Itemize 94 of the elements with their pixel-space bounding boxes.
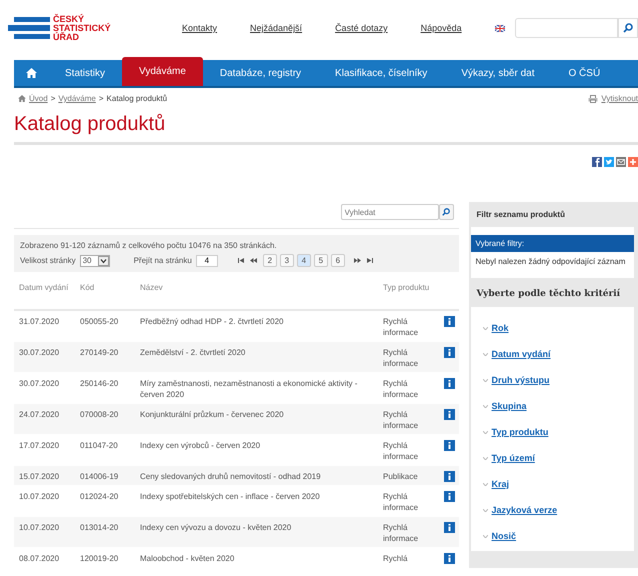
info-button[interactable] [444, 522, 455, 533]
criteria-link[interactable]: Typ území [492, 451, 535, 465]
criteria-title: Vyberte podle těchto kritérií [476, 288, 622, 301]
facebook-icon[interactable] [592, 157, 602, 167]
info-button[interactable] [444, 378, 455, 389]
logo-text: ÚŘAD [53, 32, 80, 42]
info-button[interactable] [444, 491, 455, 502]
info-icon [448, 380, 451, 387]
header-link[interactable]: Kontakty [182, 23, 218, 33]
nav-tab[interactable]: Databáze, registry [202, 60, 318, 86]
criteria-link[interactable]: Nosič [492, 529, 516, 543]
chevron-icon [482, 352, 488, 356]
twitter-icon[interactable] [604, 157, 614, 167]
info-icon [448, 473, 451, 480]
nav-tab[interactable]: Klasifikace, číselníky [318, 60, 444, 86]
page-button[interactable]: 5 [314, 254, 328, 267]
criteria-link[interactable]: Kraj [492, 477, 510, 491]
table-cell: 08.07.2020 [14, 548, 75, 568]
header-link[interactable]: Časté dotazy [335, 23, 388, 33]
chevron-icon [482, 378, 488, 382]
info-icon [448, 411, 451, 418]
header-link[interactable]: Nejžádanější [250, 23, 302, 33]
page-size-label: Velikost stránky [20, 256, 76, 265]
criteria-link[interactable]: Druh výstupu [492, 373, 550, 387]
nav-tab[interactable]: Statistiky [48, 60, 122, 86]
info-icon [448, 349, 451, 356]
chevron-icon [482, 534, 488, 538]
page-title: Katalog produktů [14, 113, 638, 145]
home-icon [26, 68, 36, 78]
last-page-icon[interactable] [366, 258, 373, 263]
table-cell: 120019-20 [75, 548, 135, 568]
chevron-icon [482, 508, 488, 512]
next-page-icon[interactable] [354, 258, 361, 263]
info-icon [448, 318, 451, 325]
search-field[interactable]: Vyhledat [340, 204, 439, 220]
search-icon [623, 23, 633, 33]
info-button[interactable] [444, 316, 455, 327]
chevron-icon [482, 482, 488, 486]
logo-text: ČESKÝ [53, 14, 84, 24]
nav-tab[interactable]: Výkazy, sběr dat [444, 60, 552, 86]
search-icon [442, 208, 450, 216]
print-link[interactable]: Vytisknout [588, 94, 638, 103]
info-icon [448, 493, 451, 500]
search-button[interactable] [438, 204, 454, 220]
criteria-link[interactable]: Typ produktu [492, 425, 548, 439]
breadcrumb-separator: > [50, 94, 56, 103]
mail-icon[interactable] [616, 157, 626, 167]
page-size-select[interactable]: 30 [80, 254, 110, 266]
page-button[interactable]: 3 [280, 254, 294, 267]
info-button[interactable] [444, 409, 455, 420]
breadcrumb-current: Katalog produktů [106, 94, 168, 103]
chevron-icon [482, 404, 488, 408]
criteria-link[interactable]: Jazyková verze [492, 503, 558, 517]
info-icon [448, 442, 451, 449]
criteria-link[interactable]: Rok [492, 321, 509, 335]
chevron-icon [482, 326, 488, 330]
info-button[interactable] [444, 471, 455, 482]
empty-message: Nebyl nalezen žádný odpovídající záznam [474, 256, 626, 268]
table-cell: Rychlá [378, 548, 439, 568]
nav-tab[interactable]: O ČSÚ [552, 60, 618, 86]
logo-text: STATISTICKÝ [53, 24, 111, 32]
info-icon [448, 555, 451, 562]
search-button[interactable] [618, 18, 638, 38]
page-button[interactable]: 6 [330, 254, 345, 267]
goto-page-label: Přejít na stránku [134, 256, 192, 265]
filter-title: Filtr seznamu produktů [476, 209, 566, 221]
selected-filters-header: Vybrané filtry: [470, 235, 634, 252]
previous-page-icon[interactable] [250, 258, 257, 263]
info-button[interactable] [444, 347, 455, 358]
result-summary: Zobrazeno 91-120 záznamů z celkového počtu 10476 na 350 stránkách. [20, 241, 278, 250]
criteria-link[interactable]: Skupina [492, 399, 527, 413]
page-button[interactable]: 2 [262, 254, 277, 267]
nav-tab[interactable]: Vydáváme [122, 57, 203, 86]
info-icon [448, 524, 451, 531]
info-button[interactable] [444, 553, 455, 564]
home-icon [18, 95, 26, 102]
info-button[interactable] [444, 440, 455, 451]
search-field[interactable] [515, 18, 618, 38]
chevron-icon [482, 456, 488, 460]
criteria-link[interactable]: Datum vydání [492, 347, 551, 361]
table-cell: Maloobchod - květen 2020 [135, 548, 378, 568]
breadcrumb-link[interactable]: Vydáváme [58, 94, 96, 103]
caret-icon [98, 256, 109, 266]
chevron-icon [482, 430, 488, 434]
plus-icon[interactable] [628, 157, 638, 167]
breadcrumb-link[interactable]: Úvod [29, 94, 48, 103]
flag-icon[interactable] [494, 24, 505, 32]
first-page-icon[interactable] [238, 258, 244, 263]
page-button[interactable]: 4 [296, 254, 311, 267]
header-link[interactable]: Nápověda [420, 23, 462, 33]
printer-icon [588, 94, 598, 102]
breadcrumb-separator: > [98, 94, 104, 103]
goto-page-field[interactable]: 4 [196, 254, 218, 266]
logo-icon [8, 15, 50, 41]
